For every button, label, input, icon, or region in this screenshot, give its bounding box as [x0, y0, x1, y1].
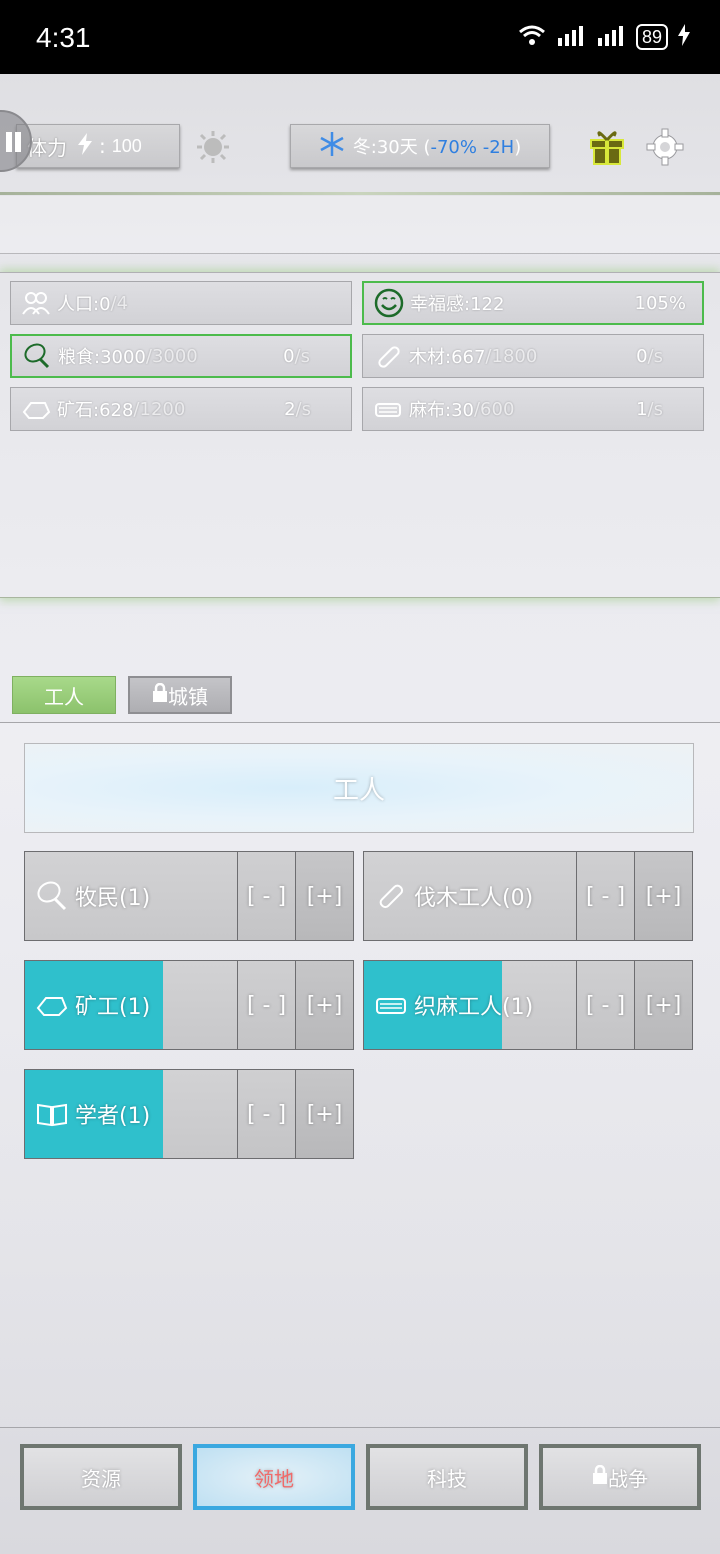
resource-panel: 人口:0/4 幸福感:122 105% 粮食:3000/3000 0/s 木材:…: [0, 272, 720, 598]
job-card-miner: 矿工(1) [ - ] [+]: [24, 960, 354, 1050]
increase-button[interactable]: [+]: [295, 852, 353, 940]
increase-button[interactable]: [+]: [634, 961, 692, 1049]
sun-icon: [196, 130, 230, 164]
season-panel: 冬:30天 (-70% -2H): [290, 124, 550, 168]
snowflake-icon: [319, 131, 345, 162]
hud-message-strip: [0, 196, 720, 254]
decrease-button[interactable]: [ - ]: [576, 961, 634, 1049]
hud-divider: [0, 192, 720, 195]
food-rate: 0/s: [283, 345, 310, 367]
decrease-button[interactable]: [ - ]: [237, 961, 295, 1049]
job-card-scholar: 学者(1) [ - ] [+]: [24, 1069, 354, 1159]
signal-icon-2: [596, 24, 626, 50]
ore-rate: 2/s: [284, 398, 311, 420]
charging-icon: [678, 24, 690, 50]
tab-workers[interactable]: 工人: [12, 676, 116, 714]
decrease-button[interactable]: [ - ]: [576, 852, 634, 940]
job-card-weaver: 织麻工人(1) [ - ] [+]: [363, 960, 693, 1050]
nav-war[interactable]: 战争: [539, 1444, 701, 1510]
book-icon: [37, 1103, 67, 1127]
resource-happiness: 幸福感:122 105%: [362, 281, 704, 325]
stamina-separator: :: [99, 134, 106, 158]
battery-indicator: 89: [635, 24, 668, 50]
clock: 4:31: [36, 22, 91, 53]
wood-rate: 0/s: [636, 345, 663, 367]
job-card-herder: 牧民(1) [ - ] [+]: [24, 851, 354, 941]
job-label: 伐木工人(0): [374, 852, 533, 940]
nav-territory[interactable]: 领地: [193, 1444, 355, 1510]
cloth-icon: [376, 998, 406, 1014]
stamina-value: 100: [111, 135, 142, 156]
wifi-icon: [518, 24, 546, 50]
top-hud: 体力 : 100 冬:30天 (-70% -2H): [0, 74, 720, 274]
increase-button[interactable]: [+]: [634, 852, 692, 940]
decrease-button[interactable]: [ - ]: [237, 1070, 295, 1158]
meat-icon: [37, 881, 67, 911]
gift-icon[interactable]: [588, 126, 626, 166]
resource-cloth: 麻布:30/600 1/s: [362, 387, 704, 431]
wood-icon: [379, 884, 404, 909]
stamina-panel: 体力 : 100: [16, 124, 180, 168]
job-card-lumberjack: 伐木工人(0) [ - ] [+]: [363, 851, 693, 941]
resource-wood: 木材:667/1800 0/s: [362, 334, 704, 378]
job-label: 矿工(1): [35, 961, 150, 1049]
cloth-rate: 1/s: [636, 398, 663, 420]
happiness-percent: 105%: [634, 292, 686, 314]
workers-panel: 工人 牧民(1) [ - ] [+] 伐木工人(0) [ - ] [+] 矿工(…: [0, 722, 720, 1428]
job-label: 牧民(1): [35, 852, 150, 940]
signal-icon: [556, 24, 586, 50]
workers-banner: 工人: [24, 743, 694, 833]
resource-ore: 矿石:628/1200 2/s: [10, 387, 352, 431]
nav-tech[interactable]: 科技: [366, 1444, 528, 1510]
nav-resources[interactable]: 资源: [20, 1444, 182, 1510]
bottom-nav: 资源 领地 科技 战争: [0, 1430, 720, 1554]
tab-town[interactable]: 城镇: [128, 676, 232, 714]
season-modifier: -70% -2H: [430, 137, 515, 158]
people-icon: [21, 288, 51, 318]
cloth-icon: [373, 394, 403, 424]
job-label: 织麻工人(1): [374, 961, 533, 1049]
lock-icon: [592, 1464, 608, 1490]
resource-food: 粮食:3000/3000 0/s: [10, 334, 352, 378]
nav-war-label: 战争: [608, 1466, 648, 1491]
smile-icon: [374, 288, 404, 318]
increase-button[interactable]: [+]: [295, 1070, 353, 1158]
ore-icon: [21, 394, 51, 424]
gear-icon[interactable]: [646, 128, 684, 166]
decrease-button[interactable]: [ - ]: [237, 852, 295, 940]
tab-town-label: 城镇: [168, 684, 208, 709]
job-label: 学者(1): [35, 1070, 150, 1158]
resource-population: 人口:0/4: [10, 281, 352, 325]
lightning-icon: [77, 132, 93, 160]
season-text: 冬:30天 (-70% -2H): [352, 137, 522, 158]
system-icons: 89: [518, 24, 690, 50]
wood-icon: [373, 341, 403, 371]
ore-icon: [36, 997, 68, 1016]
meat-icon: [22, 341, 52, 371]
increase-button[interactable]: [+]: [295, 961, 353, 1049]
stamina-label: 体力: [27, 135, 67, 160]
status-bar: 4:31 89: [0, 0, 720, 74]
lock-icon: [152, 682, 168, 708]
